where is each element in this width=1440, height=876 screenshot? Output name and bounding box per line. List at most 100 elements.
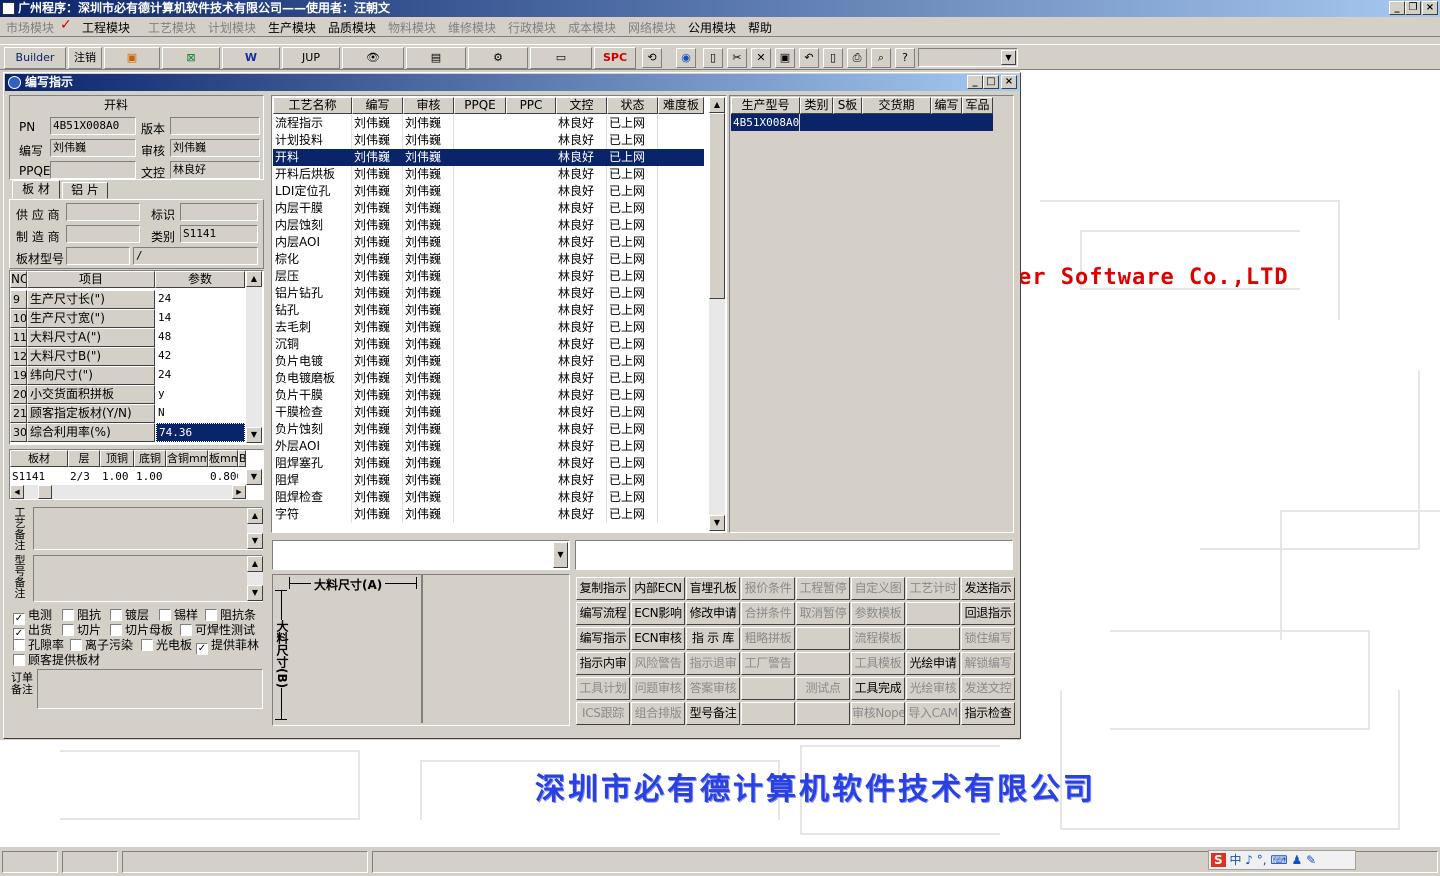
preview-icon[interactable]: ▯ [823,48,843,68]
process-row[interactable]: 负电镀磨板 刘伟巍 刘伟巍 林良好 已上网 [273,370,704,387]
action-button[interactable]: 指示检查 [961,702,1015,725]
action-button[interactable]: 合拼条件 [741,602,795,625]
mark-field[interactable] [180,203,258,221]
toolbar-dropdown[interactable]: ▼ [918,48,1018,67]
action-button[interactable] [796,702,850,725]
process-scrollbar[interactable]: ▲ ▼ [709,97,725,531]
process-row[interactable]: 沉铜 刘伟巍 刘伟巍 林良好 已上网 [273,336,704,353]
print-icon[interactable]: ⎙ [847,48,867,68]
process-header-cell[interactable]: 工艺名称 [273,97,352,114]
eye-icon[interactable]: 👁 [342,47,404,69]
process-header-cell[interactable]: 难度板 [658,97,704,114]
process-row[interactable]: 流程指示 刘伟巍 刘伟巍 林良好 已上网 [273,115,704,132]
process-row[interactable]: 内层蚀刻 刘伟巍 刘伟巍 林良好 已上网 [273,217,704,234]
help-icon[interactable]: ? [895,48,915,68]
action-button[interactable]: 自定义图 [851,577,905,600]
product-header-cell[interactable]: 交货期 [862,97,931,114]
action-button[interactable]: 审核Nope [851,702,905,725]
globe-icon[interactable]: ◉ [676,48,696,68]
empty-box-icon[interactable] [62,624,74,636]
empty-box-icon[interactable] [110,609,122,621]
action-button[interactable]: 编写指示 [576,627,630,650]
spc-button[interactable]: SPC [594,47,636,69]
process-row[interactable]: 阻焊检查 刘伟巍 刘伟巍 林良好 已上网 [273,489,704,506]
action-button[interactable]: 工具计划 [576,677,630,700]
board-vscrollbar[interactable]: ▼ [246,469,262,485]
option-checkbox[interactable]: 顾客提供板材 [13,651,100,668]
params-cell-value[interactable]: 74.36 [156,423,245,442]
params-cell-value[interactable]: N [156,404,245,423]
action-button[interactable]: 解锁编写 [961,652,1015,675]
cut-icon[interactable]: ✂ [727,48,747,68]
params-scrollbar[interactable]: ▲ ▼ [246,271,262,443]
action-button[interactable]: 复制指示 [576,577,630,600]
action-button[interactable] [741,677,795,700]
process-remark-box[interactable] [33,507,263,550]
save-icon[interactable]: ▣ [775,48,795,68]
model-remark-up-icon[interactable]: ▲ [247,556,263,572]
empty-box-icon[interactable] [110,624,122,636]
process-row[interactable]: 内层AOI 刘伟巍 刘伟巍 林良好 已上网 [273,234,704,251]
action-button[interactable]: 问题审核 [631,677,685,700]
params-cell-value[interactable]: 24 [156,290,245,309]
table-row[interactable]: 21 顾客指定板材(Y/N) N [10,404,246,423]
params-header-value[interactable]: 参数 [155,271,245,288]
process-row[interactable]: 负片电镀 刘伟巍 刘伟巍 林良好 已上网 [273,353,704,370]
reviewer-field[interactable]: 刘伟巍 [170,139,260,157]
empty-box-icon[interactable] [62,609,74,621]
empty-box-icon[interactable] [180,624,192,636]
remark-down-icon[interactable]: ▼ [247,533,263,549]
process-scroll-up-icon[interactable]: ▲ [709,97,725,113]
action-button[interactable]: 工程暂停 [796,577,850,600]
action-button[interactable]: 风险警告 [631,652,685,675]
process-remark-scrollbar[interactable]: ▲ ▼ [247,508,263,549]
table-row[interactable]: 9 生产尺寸长(") 24 [10,290,246,309]
gears-icon[interactable]: ⚙ [468,47,528,69]
pn-field[interactable]: 4B51X008A0 [50,117,136,135]
table-row[interactable]: 30 综合利用率(%) 74.36 [10,423,246,442]
child-close-button[interactable]: × [1001,75,1017,89]
params-header-item[interactable]: 项目 [27,271,155,288]
action-button[interactable]: 流程模板 [851,627,905,650]
writer-field[interactable]: 刘伟巍 [50,139,136,157]
bottom-text-field[interactable] [575,540,1013,570]
action-button[interactable]: 工具完成 [851,677,905,700]
empty-box-icon[interactable] [205,609,217,621]
params-header-no[interactable]: NO [10,271,27,288]
model-field-2[interactable]: / [133,247,258,265]
model-field[interactable] [66,247,130,265]
params-cell-value[interactable]: 42 [156,347,245,366]
new-document-icon[interactable]: ▯ [703,48,723,68]
board-header-cell[interactable]: 顶铜 [100,450,134,467]
action-button[interactable]: 指示退审 [686,652,740,675]
action-button[interactable]: ECN审核 [631,627,685,650]
action-button[interactable]: 型号备注 [686,702,740,725]
table-row[interactable]: 12 大料尺寸B(") 42 [10,347,246,366]
action-button[interactable] [906,627,960,650]
action-button[interactable]: 取消暂停 [796,602,850,625]
word-icon[interactable]: W [222,47,280,69]
process-header-cell[interactable]: 审核 [403,97,454,114]
scroll-left-icon[interactable]: ◀ [10,485,24,499]
tab-aluminum[interactable]: 铝 片 [62,182,108,199]
process-header-cell[interactable]: 文控 [556,97,607,114]
table-row[interactable]: S1141 2/3 1.00 1.00 0.800 [10,468,246,485]
menu-item-2[interactable]: 工程模块 [82,19,130,36]
action-button[interactable]: 内部ECN [631,577,685,600]
menu-item-3[interactable]: 工艺模块 [148,19,196,36]
supplier-field[interactable] [66,203,140,221]
process-row[interactable]: 开料 刘伟巍 刘伟巍 林良好 已上网 [273,149,704,166]
process-row[interactable]: 铝片钻孔 刘伟巍 刘伟巍 林良好 已上网 [273,285,704,302]
process-row[interactable]: 负片干膜 刘伟巍 刘伟巍 林良好 已上网 [273,387,704,404]
process-row[interactable]: 内层干膜 刘伟巍 刘伟巍 林良好 已上网 [273,200,704,217]
ime-toolbar[interactable]: S 中 ♪ °, ⌨ ♟ ✎ [1208,850,1356,870]
process-row[interactable]: 去毛刺 刘伟巍 刘伟巍 林良好 已上网 [273,319,704,336]
printer-screen-icon[interactable]: ▭ [530,47,592,69]
undo-icon[interactable]: ↶ [799,48,819,68]
menu-item-12[interactable]: 公用模块 [688,19,736,36]
scroll-up-icon[interactable]: ▲ [246,271,262,287]
child-minimize-button[interactable]: _ [967,75,983,89]
board-header-cell[interactable]: B [238,450,246,467]
board-header-cell[interactable]: 层 [68,450,100,467]
product-header-cell[interactable]: 生产型号 [731,97,800,114]
